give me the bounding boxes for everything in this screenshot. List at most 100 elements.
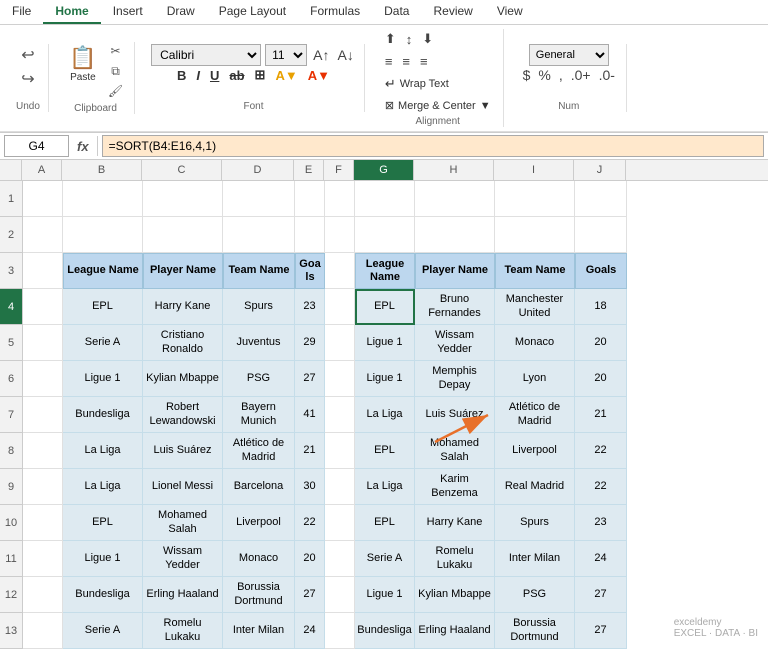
- cell-j1[interactable]: [575, 181, 627, 217]
- cell-j12[interactable]: 27: [575, 577, 627, 613]
- cell-i3[interactable]: Team Name: [495, 253, 575, 289]
- cell-g2[interactable]: [355, 217, 415, 253]
- align-center-button[interactable]: ≡: [398, 52, 414, 71]
- cell-h10[interactable]: Harry Kane: [415, 505, 495, 541]
- col-header-b[interactable]: B: [62, 160, 142, 180]
- cell-e6[interactable]: 27: [295, 361, 325, 397]
- cell-j2[interactable]: [575, 217, 627, 253]
- cell-h8[interactable]: Mohamed Salah: [415, 433, 495, 469]
- cell-b4[interactable]: EPL: [63, 289, 143, 325]
- cell-g9[interactable]: La Liga: [355, 469, 415, 505]
- col-header-f[interactable]: F: [324, 160, 354, 180]
- cell-a10[interactable]: [23, 505, 63, 541]
- col-header-c[interactable]: C: [142, 160, 222, 180]
- tab-draw[interactable]: Draw: [155, 0, 207, 24]
- cell-e2[interactable]: [295, 217, 325, 253]
- cell-d6[interactable]: PSG: [223, 361, 295, 397]
- cell-f5[interactable]: [325, 325, 355, 361]
- cell-g1[interactable]: [355, 181, 415, 217]
- row-header-7[interactable]: 7: [0, 397, 22, 433]
- cell-c8[interactable]: Luis Suárez: [143, 433, 223, 469]
- cell-f7[interactable]: [325, 397, 355, 433]
- cell-d4[interactable]: Spurs: [223, 289, 295, 325]
- cell-e5[interactable]: 29: [295, 325, 325, 361]
- cell-h12[interactable]: Kylian Mbappe: [415, 577, 495, 613]
- cell-g4[interactable]: EPL: [355, 289, 415, 325]
- italic-button[interactable]: I: [192, 67, 204, 84]
- row-header-10[interactable]: 10: [0, 505, 22, 541]
- cell-j7[interactable]: 21: [575, 397, 627, 433]
- cell-j3[interactable]: Goals: [575, 253, 627, 289]
- tab-view[interactable]: View: [485, 0, 535, 24]
- copy-button[interactable]: ⧉: [105, 62, 126, 81]
- cell-i6[interactable]: Lyon: [495, 361, 575, 397]
- percent-button[interactable]: %: [535, 66, 553, 84]
- cell-c5[interactable]: Cristiano Ronaldo: [143, 325, 223, 361]
- col-header-i[interactable]: I: [494, 160, 574, 180]
- cell-j8[interactable]: 22: [575, 433, 627, 469]
- underline-button[interactable]: U: [206, 67, 223, 84]
- undo-button[interactable]: ↩: [17, 44, 38, 66]
- cell-d7[interactable]: Bayern Munich: [223, 397, 295, 433]
- cell-g8[interactable]: EPL: [355, 433, 415, 469]
- cell-a11[interactable]: [23, 541, 63, 577]
- tab-formulas[interactable]: Formulas: [298, 0, 372, 24]
- tab-data[interactable]: Data: [372, 0, 421, 24]
- tab-page-layout[interactable]: Page Layout: [207, 0, 298, 24]
- cell-j9[interactable]: 22: [575, 469, 627, 505]
- cell-e9[interactable]: 30: [295, 469, 325, 505]
- cell-f12[interactable]: [325, 577, 355, 613]
- cell-f1[interactable]: [325, 181, 355, 217]
- cell-j10[interactable]: 23: [575, 505, 627, 541]
- cell-b10[interactable]: EPL: [63, 505, 143, 541]
- cell-g10[interactable]: EPL: [355, 505, 415, 541]
- cell-e10[interactable]: 22: [295, 505, 325, 541]
- cell-c6[interactable]: Kylian Mbappe: [143, 361, 223, 397]
- increase-decimal-button[interactable]: .0+: [568, 66, 594, 84]
- row-header-8[interactable]: 8: [0, 433, 22, 469]
- formula-input[interactable]: [102, 135, 764, 157]
- cell-d11[interactable]: Monaco: [223, 541, 295, 577]
- cell-b7[interactable]: Bundesliga: [63, 397, 143, 433]
- cell-i11[interactable]: Inter Milan: [495, 541, 575, 577]
- cell-h7[interactable]: Luis Suárez: [415, 397, 495, 433]
- cut-button[interactable]: ✂: [105, 42, 126, 61]
- decrease-font-button[interactable]: A↓: [335, 47, 355, 63]
- cell-d8[interactable]: Atlético de Madrid: [223, 433, 295, 469]
- cell-i1[interactable]: [495, 181, 575, 217]
- font-size-select[interactable]: 11: [265, 44, 307, 66]
- cell-h2[interactable]: [415, 217, 495, 253]
- row-header-4[interactable]: 4: [0, 289, 22, 325]
- cell-a13[interactable]: [23, 613, 63, 649]
- cell-j13[interactable]: 27: [575, 613, 627, 649]
- cell-h3[interactable]: Player Name: [415, 253, 495, 289]
- cell-e8[interactable]: 21: [295, 433, 325, 469]
- font-name-select[interactable]: Calibri: [151, 44, 261, 66]
- cell-c13[interactable]: Romelu Lukaku: [143, 613, 223, 649]
- cell-j5[interactable]: 20: [575, 325, 627, 361]
- cell-i8[interactable]: Liverpool: [495, 433, 575, 469]
- cell-g6[interactable]: Ligue 1: [355, 361, 415, 397]
- row-header-11[interactable]: 11: [0, 541, 22, 577]
- cell-f2[interactable]: [325, 217, 355, 253]
- cell-i10[interactable]: Spurs: [495, 505, 575, 541]
- row-header-2[interactable]: 2: [0, 217, 22, 253]
- cell-a7[interactable]: [23, 397, 63, 433]
- cell-g11[interactable]: Serie A: [355, 541, 415, 577]
- cell-i4[interactable]: Manchester United: [495, 289, 575, 325]
- cell-b3[interactable]: League Name: [63, 253, 143, 289]
- wrap-text-button[interactable]: ↵ Wrap Text: [381, 74, 495, 94]
- cell-h1[interactable]: [415, 181, 495, 217]
- cell-f13[interactable]: [325, 613, 355, 649]
- align-middle-button[interactable]: ↕: [402, 29, 417, 49]
- cell-g12[interactable]: Ligue 1: [355, 577, 415, 613]
- col-header-j[interactable]: J: [574, 160, 626, 180]
- row-header-12[interactable]: 12: [0, 577, 22, 613]
- row-header-9[interactable]: 9: [0, 469, 22, 505]
- cell-e1[interactable]: [295, 181, 325, 217]
- row-header-1[interactable]: 1: [0, 181, 22, 217]
- row-header-13[interactable]: 13: [0, 613, 22, 649]
- cell-a2[interactable]: [23, 217, 63, 253]
- cell-i5[interactable]: Monaco: [495, 325, 575, 361]
- cell-e11[interactable]: 20: [295, 541, 325, 577]
